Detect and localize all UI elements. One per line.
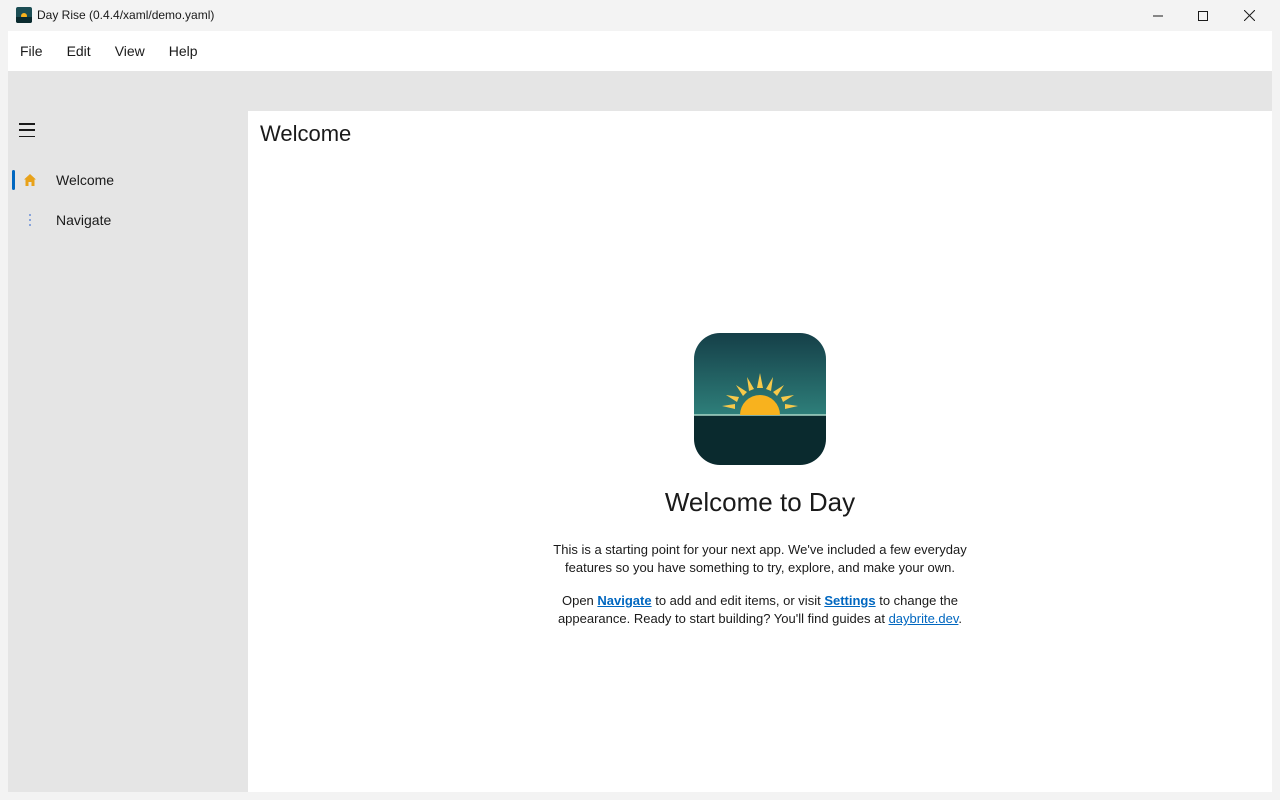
window-title: Day Rise (0.4.4/xaml/demo.yaml) xyxy=(37,8,215,22)
close-button[interactable] xyxy=(1226,0,1272,31)
menu-file[interactable]: File xyxy=(8,31,55,71)
sidebar-item-welcome[interactable]: Welcome xyxy=(8,162,248,198)
title-bar: Day Rise (0.4.4/xaml/demo.yaml) xyxy=(0,0,1280,31)
selection-indicator xyxy=(12,170,15,190)
intro-paragraph: This is a starting point for your next a… xyxy=(553,542,967,575)
home-icon xyxy=(22,172,38,188)
settings-link[interactable]: Settings xyxy=(824,593,875,608)
cta-paragraph: Open Navigate to add and edit items, or … xyxy=(540,592,980,628)
sidebar-item-navigate[interactable]: Navigate xyxy=(8,202,248,238)
menu-edit[interactable]: Edit xyxy=(55,31,103,71)
menu-view[interactable]: View xyxy=(103,31,157,71)
menu-help[interactable]: Help xyxy=(157,31,210,71)
sidebar-item-label: Welcome xyxy=(56,172,115,188)
page-title: Welcome xyxy=(260,121,352,146)
maximize-icon xyxy=(1198,10,1208,21)
cta-text: Open xyxy=(561,593,598,608)
sidebar-item-label: Navigate xyxy=(56,212,112,228)
toolbar-area xyxy=(8,71,1272,111)
close-icon xyxy=(1243,10,1255,21)
cta-text: to add and edit items, or visit xyxy=(651,593,825,608)
sidebar: Welcome Navigate xyxy=(8,111,248,792)
minimize-icon xyxy=(1153,15,1163,16)
app-hero-logo xyxy=(694,333,826,465)
app-logo-icon xyxy=(16,7,32,23)
maximize-button[interactable] xyxy=(1180,0,1226,31)
hamburger-icon[interactable] xyxy=(19,123,37,137)
daybrite-link[interactable]: daybrite.dev xyxy=(889,611,959,626)
cta-text: . xyxy=(958,611,963,626)
minimize-button[interactable] xyxy=(1135,0,1181,31)
welcome-heading: Welcome to Day xyxy=(664,487,856,517)
navigate-link[interactable]: Navigate xyxy=(597,593,651,608)
menu-bar: File Edit View Help xyxy=(8,31,1272,71)
more-vertical-icon xyxy=(22,212,38,228)
main-content: Welcome Welcome to Day This is a startin… xyxy=(248,111,1272,792)
